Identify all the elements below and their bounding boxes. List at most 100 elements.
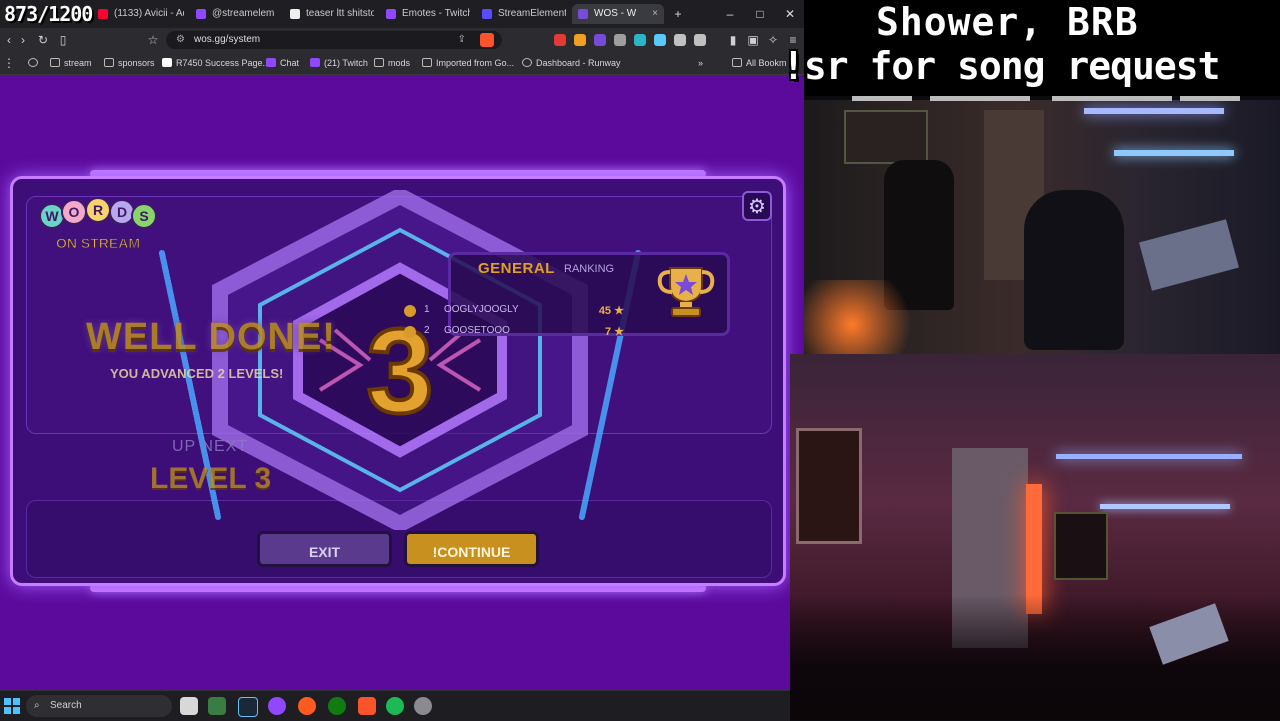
svg-text:R: R (93, 202, 103, 218)
extension-icon[interactable] (574, 34, 586, 46)
brb-title: Shower, BRB (876, 0, 1139, 44)
bookmark-star-icon[interactable]: ☆ (144, 31, 162, 49)
bookmark-twitch[interactable]: (21) Twitch (310, 55, 368, 71)
twitch-icon (266, 58, 276, 67)
bookmark-sponsors[interactable]: sponsors (104, 55, 155, 71)
tab-label: teaser ltt shitstor (306, 8, 374, 19)
extension-icon[interactable] (694, 34, 706, 46)
rank-position: 2 (424, 325, 430, 336)
site-info-icon[interactable]: ⚙ (176, 31, 185, 49)
close-tab-icon[interactable]: × (652, 4, 658, 24)
minimize-button[interactable]: – (716, 4, 744, 24)
twitch-icon (196, 9, 206, 19)
bookmark-imported[interactable]: Imported from Go... (422, 55, 514, 71)
banner-decoration (852, 96, 912, 101)
doc-icon (290, 9, 300, 19)
url-bar[interactable]: ⚙ wos.gg/system ⇪ (166, 31, 502, 49)
spotify-icon[interactable] (386, 697, 404, 715)
well-done-heading: WELL DONE! (86, 316, 336, 358)
bookmark-label: mods (388, 58, 411, 68)
taskbar-search-input[interactable]: ⌕ Search (26, 695, 172, 717)
apps-icon[interactable]: ⋮ (0, 54, 18, 72)
tab-label: @streamelem (212, 8, 275, 19)
wallet-icon[interactable]: ▣ (744, 31, 762, 49)
youtube-icon (98, 9, 108, 19)
tab-youtube[interactable]: (1133) Avicii - Add (92, 4, 184, 24)
twitch-icon (386, 9, 396, 19)
bookmark-r7450[interactable]: R7450 Success Page... (162, 55, 270, 71)
tab-streamelements-2[interactable]: StreamElements (476, 4, 566, 24)
reload-button[interactable]: ↻ (34, 31, 52, 49)
streamelements-icon (482, 9, 492, 19)
notion-icon (162, 58, 172, 67)
banner-decoration (1052, 96, 1172, 101)
bookmark-brave[interactable] (28, 55, 42, 71)
extension-icon[interactable] (614, 34, 626, 46)
bookmark-mods[interactable]: mods (374, 55, 410, 71)
tab-bar: (1133) Avicii - Add @streamelem teaser l… (0, 0, 804, 28)
office-chair (1024, 190, 1124, 350)
rank-position: 1 (424, 304, 430, 315)
app-icon[interactable] (298, 697, 316, 715)
globe-icon (28, 58, 38, 67)
light-strip (1084, 108, 1224, 114)
bookmark-chat[interactable]: Chat (266, 55, 299, 71)
orange-lamp-glow (804, 280, 924, 354)
banner-decoration (930, 96, 1030, 101)
tab-teaser[interactable]: teaser ltt shitstor (284, 4, 374, 24)
bookmark-stream[interactable]: stream (50, 55, 92, 71)
extension-icon[interactable] (634, 34, 646, 46)
puzzle-icon[interactable] (674, 34, 686, 46)
banner-decoration (1180, 96, 1240, 101)
song-request-title: !sr for song request (782, 44, 1221, 88)
task-view-icon[interactable] (180, 697, 198, 715)
bookmark-all[interactable]: All Bookm (732, 55, 787, 71)
tab-label: WOS - W (594, 8, 637, 19)
settings-icon[interactable] (414, 697, 432, 715)
bookmark-label: stream (64, 58, 92, 68)
player-name: GOOSETOOO (444, 325, 510, 336)
ranking-title: GENERAL (478, 260, 555, 277)
up-next-label: UP NEXT (172, 438, 249, 455)
brave-shield-icon[interactable] (480, 33, 494, 47)
folder-icon (732, 58, 742, 67)
bookmarks-bar: ⋮ stream sponsors R7450 Success Page... … (0, 52, 804, 75)
close-window-button[interactable]: ✕ (776, 4, 804, 24)
extension-icon[interactable] (594, 34, 606, 46)
extension-icon[interactable] (654, 34, 666, 46)
svg-text:O: O (69, 204, 80, 220)
new-tab-button[interactable]: + (664, 4, 692, 24)
next-level-label: LEVEL 3 (150, 462, 272, 495)
continue-button[interactable]: !CONTINUE (404, 531, 539, 567)
twitch-app-icon[interactable] (268, 697, 286, 715)
score-value: 7 (604, 326, 612, 338)
tab-streamelements-1[interactable]: @streamelem (190, 4, 280, 24)
settings-gear-icon[interactable]: ⚙ (742, 191, 772, 221)
tab-wos[interactable]: WOS - W × (572, 4, 664, 24)
extension-icon[interactable] (554, 34, 566, 46)
more-bookmarks-icon[interactable]: » (698, 55, 703, 71)
windows-start-icon[interactable] (4, 698, 20, 714)
tab-emotes[interactable]: Emotes - Twitch (380, 4, 470, 24)
tab-label: StreamElements (498, 8, 566, 19)
tab-label: (1133) Avicii - Add (114, 8, 184, 19)
shelf-light (1056, 454, 1242, 459)
search-icon: ⌕ (34, 700, 40, 711)
sidebar-toggle-button[interactable]: ▯ (54, 31, 72, 49)
brave-icon[interactable] (358, 697, 376, 715)
bookmark-label: (21) Twitch (324, 58, 368, 68)
share-icon[interactable]: ⇪ (458, 31, 466, 49)
forward-button[interactable]: › (14, 31, 32, 49)
sidebar-icon[interactable]: ▮ (724, 31, 742, 49)
webcam-room-top (804, 100, 1280, 354)
trophy-icon (657, 267, 715, 317)
xbox-icon[interactable] (328, 697, 346, 715)
steam-icon[interactable] (238, 697, 258, 717)
maximize-button[interactable]: □ (746, 4, 774, 24)
leo-icon[interactable]: ✧ (764, 31, 782, 49)
folder-icon (104, 58, 114, 67)
exit-button[interactable]: EXIT (257, 531, 392, 567)
app-icon[interactable] (208, 697, 226, 715)
bookmark-runway[interactable]: Dashboard - Runway (522, 55, 621, 71)
ranking-row: 1 OOGLYJOOGLY 45 ★ (404, 302, 634, 320)
